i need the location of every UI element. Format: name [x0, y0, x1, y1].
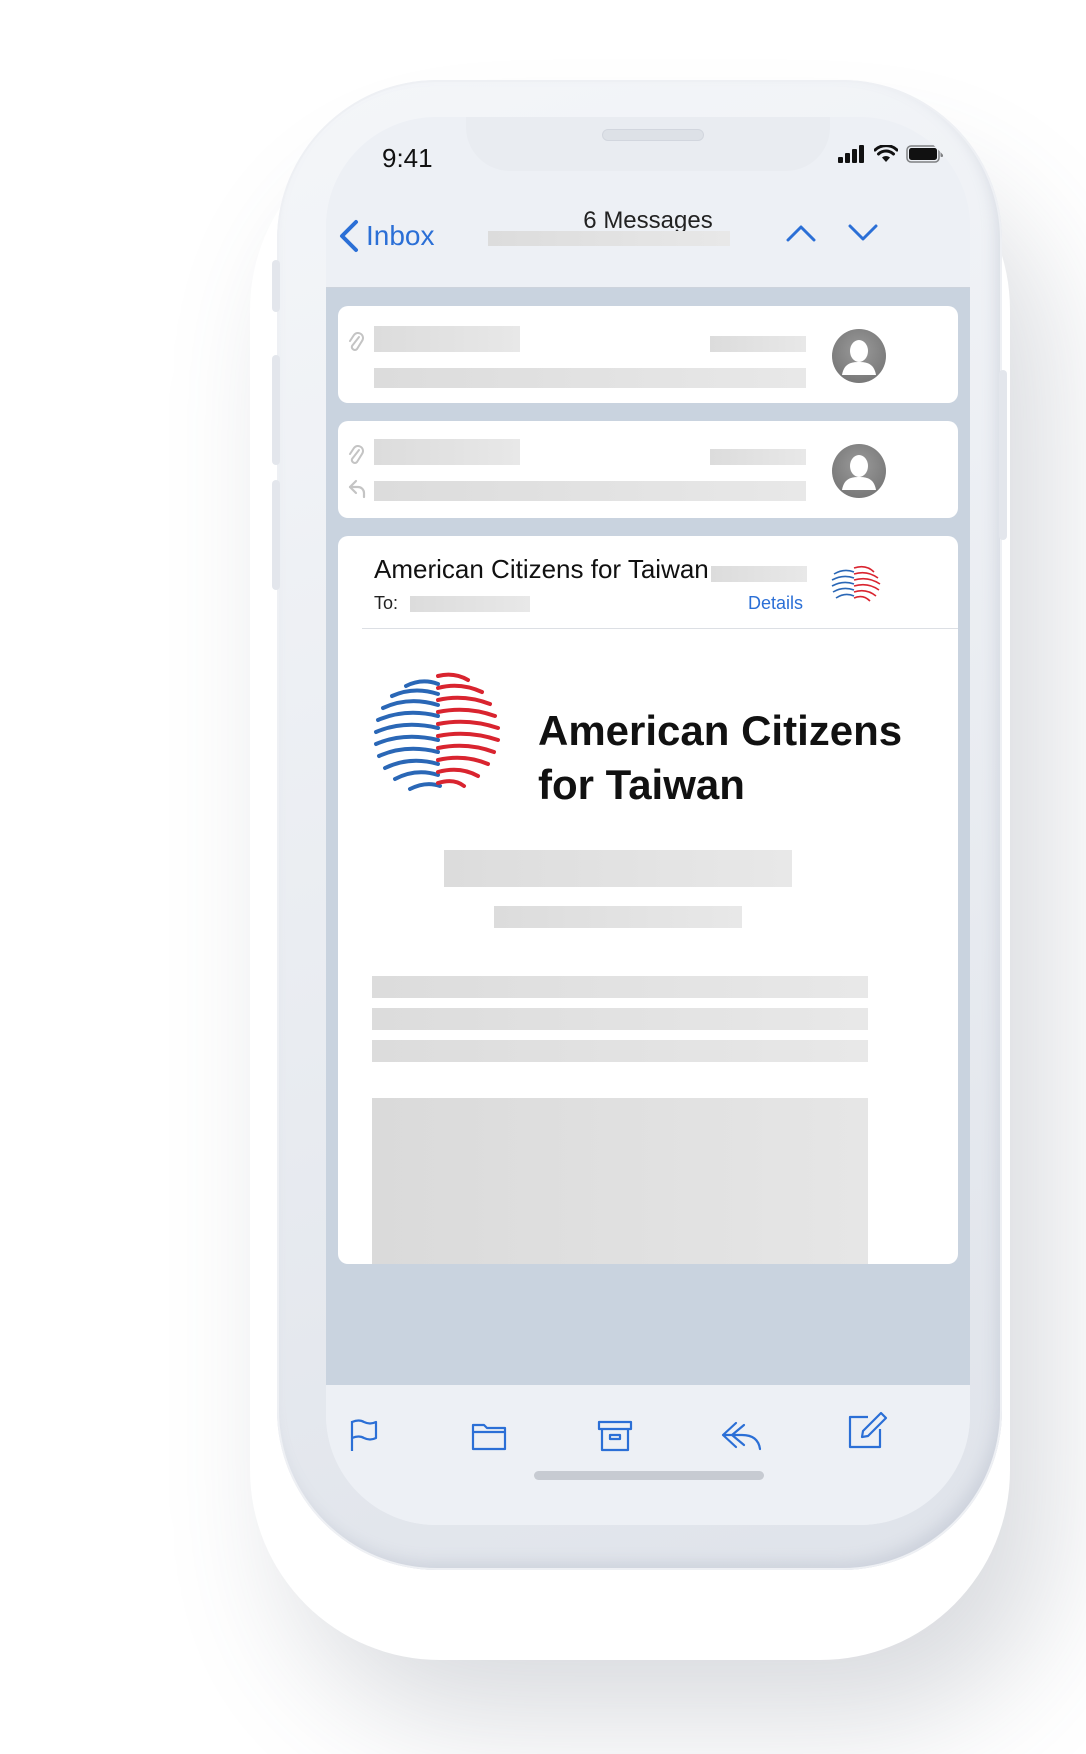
avatar-icon [842, 455, 876, 490]
signal-icon [838, 145, 864, 163]
subtitle-placeholder [488, 231, 730, 246]
flag-icon [350, 1419, 378, 1451]
body-line-placeholder [372, 1008, 868, 1030]
mute-switch [272, 260, 280, 312]
archive-icon [597, 1420, 633, 1452]
flag-button[interactable] [348, 1417, 380, 1458]
avatar [832, 329, 886, 383]
message-card[interactable] [338, 421, 958, 518]
date-placeholder [710, 336, 806, 352]
recipient-placeholder [410, 596, 530, 612]
compose-icon [848, 1411, 888, 1449]
subheadline-placeholder [494, 906, 742, 928]
chevron-down-icon [848, 224, 878, 241]
compose-button[interactable] [846, 1409, 888, 1456]
details-link[interactable]: Details [748, 593, 803, 614]
phone-screen: 9:41 Inbox 6 Messages American Citizens … [326, 117, 970, 1525]
reply-button[interactable] [720, 1417, 764, 1458]
body-line-placeholder [372, 1040, 868, 1062]
message-list: American Citizens for Taiwan To: Details [326, 288, 970, 1385]
subject-placeholder [374, 368, 806, 388]
nav-bar: Inbox 6 Messages [326, 187, 970, 288]
sender-placeholder [374, 326, 520, 352]
folder-icon [471, 1423, 507, 1451]
sender-placeholder [374, 439, 520, 465]
brand-header: American Citizens for Taiwan [338, 646, 958, 826]
subject-placeholder [374, 481, 806, 501]
email-sender: American Citizens for Taiwan [374, 554, 709, 584]
date-placeholder [710, 449, 806, 465]
open-email: American Citizens for Taiwan To: Details [338, 536, 958, 1264]
reply-indicator-icon [348, 479, 366, 499]
body-line-placeholder [372, 976, 868, 998]
home-indicator[interactable] [534, 1471, 764, 1480]
volume-down-button [272, 480, 280, 590]
brand-title-line1: American Citizens [538, 707, 903, 754]
brand-title: American Citizens for Taiwan [538, 704, 902, 812]
speaker [602, 129, 704, 141]
battery-icon [906, 145, 943, 163]
image-placeholder [372, 1098, 868, 1264]
chevron-up-icon [786, 225, 816, 242]
avatar [832, 444, 886, 498]
status-time: 9:41 [382, 143, 433, 173]
reply-icon [721, 1421, 762, 1451]
wifi-icon [874, 145, 898, 162]
paperclip-icon [349, 445, 364, 464]
sender-logo-icon [831, 565, 881, 602]
headline-placeholder [444, 850, 792, 887]
brand-title-line2: for Taiwan [538, 761, 745, 808]
status-icons [838, 145, 944, 163]
side-button [999, 370, 1007, 540]
notch [466, 117, 830, 171]
archive-button[interactable] [596, 1417, 634, 1458]
bottom-toolbar [326, 1385, 970, 1525]
to-label: To: [374, 593, 399, 613]
brand-logo-icon [374, 672, 500, 791]
previous-message-button[interactable] [786, 223, 816, 248]
move-to-folder-button[interactable] [470, 1417, 508, 1458]
next-message-button[interactable] [848, 223, 878, 248]
message-card[interactable] [338, 306, 958, 403]
avatar-icon [842, 340, 876, 375]
header-divider [362, 628, 958, 629]
volume-up-button [272, 355, 280, 465]
paperclip-icon [349, 332, 364, 351]
date-placeholder [711, 566, 807, 582]
